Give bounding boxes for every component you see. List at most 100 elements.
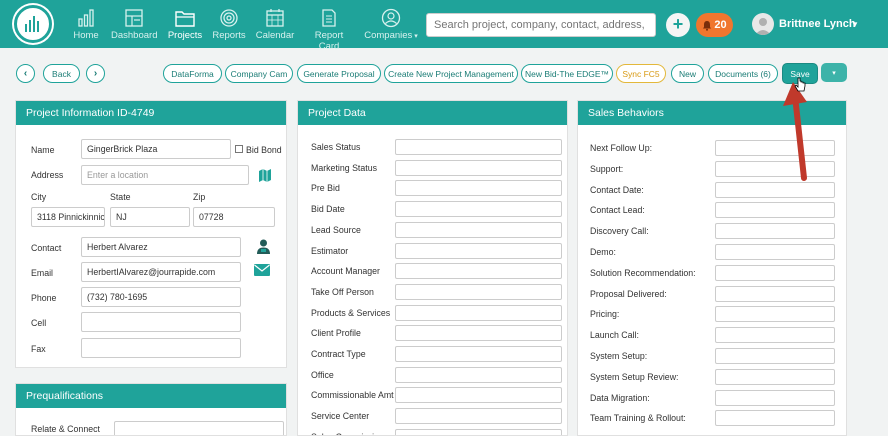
sales-behaviors-field[interactable] [715,327,835,344]
plus-icon: + [672,14,684,34]
nav-reports[interactable]: Reports [212,8,246,44]
caret-down-icon: ▾ [412,33,418,40]
bid-bond-checkbox[interactable] [235,145,243,153]
documents-button[interactable]: Documents (6) [708,64,778,83]
avatar[interactable] [752,13,774,35]
prev-button[interactable]: ‹ [16,64,35,83]
project-data-field[interactable] [395,201,562,218]
sales-behaviors-label: Next Follow Up: [590,143,653,153]
sales-behaviors-label: Contact Lead: [590,205,645,216]
relate-connect-label: Relate & Connect [31,424,100,434]
notification-badge[interactable]: 20 [696,13,733,37]
add-button[interactable]: + [666,13,690,37]
bid-bond-label: Bid Bond [246,145,282,155]
address-field[interactable]: Enter a location [81,165,249,185]
map-icon[interactable] [258,168,272,183]
contact-field[interactable]: Herbert Alvarez [81,237,241,257]
sales-behaviors-field[interactable] [715,181,835,198]
chevron-right-icon: › [93,68,98,79]
nav-report-card-label: Report Card [314,30,344,52]
top-nav-bar: Home Dashboard Projects Reports Calendar… [0,0,888,52]
project-data-label: Office [311,369,334,380]
project-data-label: Service Center [311,411,370,422]
project-data-field[interactable] [395,408,562,425]
sales-behaviors-field[interactable] [715,285,835,302]
project-info-title: Project Information ID-4749 [16,101,286,125]
notification-count: 20 [714,19,727,31]
project-data-field[interactable] [395,180,562,197]
fax-field[interactable] [81,338,241,358]
project-data-field[interactable] [395,221,562,238]
sales-behaviors-field[interactable] [715,348,835,364]
project-data-field[interactable] [395,346,562,362]
nav-dashboard[interactable]: Dashboard [111,8,157,44]
project-data-label: Sales Status [311,142,361,152]
app-logo[interactable] [14,5,52,43]
email-field[interactable]: HerbertIAlvarez@jourrapide.com [81,262,241,282]
generate-proposal-button[interactable]: Generate Proposal [297,64,381,83]
email-envelope-icon[interactable] [254,264,270,276]
project-data-field[interactable] [395,428,562,435]
project-data-field[interactable] [395,263,562,280]
sales-behaviors-field[interactable] [715,389,835,406]
sales-behaviors-field[interactable] [715,202,835,219]
project-data-field[interactable] [395,366,562,383]
new-bid-edge-button[interactable]: New Bid-The EDGE™ [521,64,613,83]
user-name[interactable]: Brittnee Lynch [779,18,856,30]
project-data-field[interactable] [395,387,562,404]
project-data-field[interactable] [395,159,562,176]
sales-behaviors-label: Pricing: [590,309,620,320]
next-button[interactable]: › [86,64,105,83]
project-data-field[interactable] [395,325,562,342]
nav-projects[interactable]: Projects [167,8,203,44]
create-project-management-button[interactable]: Create New Project Management [384,64,518,83]
sales-behaviors-field[interactable] [715,244,835,260]
state-field[interactable]: NJ [110,207,190,227]
calendar-icon [266,9,284,27]
nav-report-card[interactable]: Report Card [304,8,354,52]
back-button[interactable]: Back [43,64,80,83]
sales-behaviors-label: Demo: [590,247,616,257]
nav-calendar[interactable]: Calendar [255,8,295,44]
nav-home-label: Home [73,30,99,41]
phone-field[interactable]: (732) 780-1695 [81,287,241,307]
state-label: State [110,192,131,202]
zip-field[interactable]: 07728 [193,207,275,227]
sales-behaviors-field[interactable] [715,264,835,281]
sales-behaviors-field[interactable] [715,306,835,323]
logo-bars-icon [25,16,39,32]
project-data-field[interactable] [395,304,562,321]
project-data-label: Client Profile [311,328,361,339]
company-cam-button[interactable]: Company Cam [225,64,293,83]
save-options-dropdown[interactable]: ▾ [821,63,847,82]
nav-home[interactable]: Home [72,8,100,44]
project-data-panel: Project Data Sales Status Marketing Statu… [297,100,568,436]
cell-field[interactable] [81,312,241,332]
sales-behaviors-label: Data Migration: [590,392,650,403]
sales-behaviors-field[interactable] [715,223,835,240]
sales-behaviors-label: System Setup Review: [590,371,679,382]
zip-label: Zip [193,192,206,202]
bell-icon [703,20,712,31]
project-data-field[interactable] [395,242,562,259]
project-data-field[interactable] [395,139,562,155]
city-field[interactable]: 3118 Pinnickinnic [31,207,105,227]
annotation-arrow-icon [783,82,807,181]
phone-label: Phone [31,293,57,303]
name-label: Name [31,145,55,155]
project-data-label: Pre Bid [311,183,340,194]
search-input[interactable] [426,13,656,37]
nav-companies[interactable]: Companies ▾ [364,8,418,44]
project-data-label: Sales Commission [311,432,384,435]
contact-person-icon[interactable] [256,238,271,255]
sales-behaviors-field[interactable] [715,410,835,427]
sales-behaviors-field[interactable] [715,368,835,385]
name-field[interactable]: GingerBrick Plaza [81,139,231,159]
sync-fc5-button[interactable]: Sync FC5 [616,64,666,83]
dataforma-button[interactable]: DataForma [163,64,222,83]
project-data-field[interactable] [395,283,562,300]
new-button[interactable]: New [671,64,704,83]
user-menu-caret-icon[interactable]: ▼ [851,20,859,29]
sales-behaviors-label: Discovery Call: [590,226,649,237]
relate-connect-field[interactable] [114,421,284,435]
